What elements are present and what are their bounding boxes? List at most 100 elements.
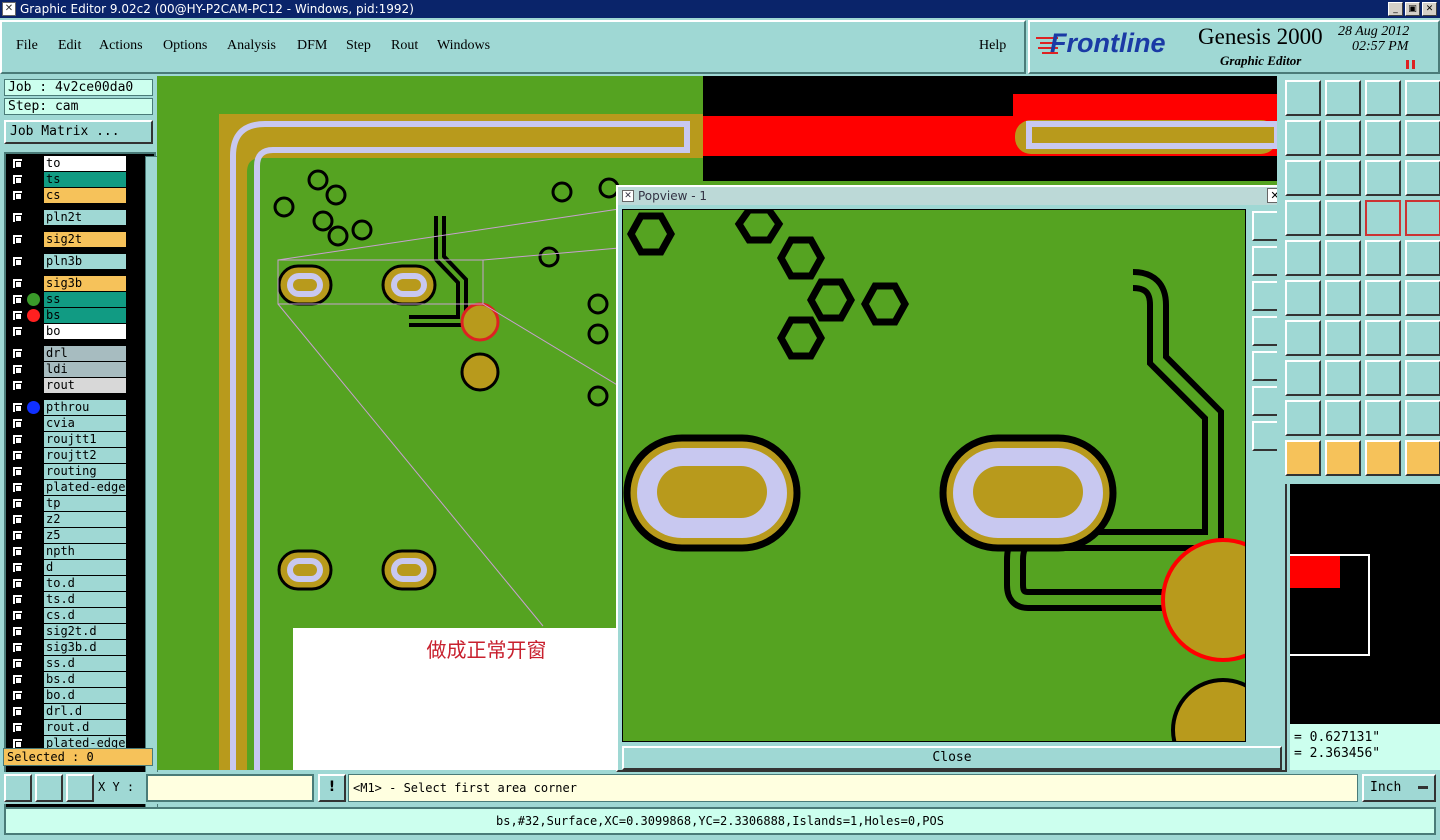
layer-row[interactable]: sig2t.d xyxy=(8,624,146,639)
tri2-icon[interactable] xyxy=(1325,400,1361,436)
layer-checkbox[interactable] xyxy=(12,610,23,621)
pause-icon[interactable] xyxy=(1406,60,1415,69)
layer-row[interactable]: to.d xyxy=(8,576,146,591)
tri4-icon[interactable] xyxy=(1405,400,1440,436)
menu-step[interactable]: Step xyxy=(346,38,371,54)
layer-name[interactable]: to xyxy=(44,156,126,171)
layer-row[interactable]: tp xyxy=(8,496,146,511)
house-icon[interactable] xyxy=(1365,80,1401,116)
layer-checkbox[interactable] xyxy=(12,578,23,589)
curve-icon[interactable] xyxy=(1365,320,1401,356)
scale-icon[interactable] xyxy=(1365,160,1401,196)
layer-name[interactable]: npth xyxy=(44,544,126,559)
grid-icon[interactable] xyxy=(66,774,94,802)
rotate-icon[interactable] xyxy=(1365,120,1401,156)
layer-checkbox[interactable] xyxy=(12,530,23,541)
layer-name[interactable]: z2 xyxy=(44,512,126,527)
layer-checkbox[interactable] xyxy=(12,434,23,445)
layer-checkbox[interactable] xyxy=(12,642,23,653)
line-icon[interactable] xyxy=(1325,240,1361,276)
layer-name[interactable]: sig2t xyxy=(44,232,126,247)
layer-name[interactable]: ss xyxy=(44,292,126,307)
layer-name[interactable]: cs.d xyxy=(44,608,126,623)
layer-checkbox[interactable] xyxy=(12,326,23,337)
menu-dfm[interactable]: DFM xyxy=(297,38,327,54)
slash-icon[interactable] xyxy=(1285,320,1321,356)
home-icon[interactable] xyxy=(1285,80,1321,116)
layer-row[interactable]: d xyxy=(8,560,146,575)
layer-row[interactable]: ss xyxy=(8,292,146,307)
layer-name[interactable]: cs xyxy=(44,188,126,203)
layer-name[interactable]: sig3b.d xyxy=(44,640,126,655)
pen-icon[interactable] xyxy=(1325,320,1361,356)
paint-icon[interactable] xyxy=(1285,200,1321,236)
minimize-button[interactable]: _ xyxy=(1388,2,1403,16)
layer-row[interactable]: ts.d xyxy=(8,592,146,607)
layer-row[interactable]: pthrou xyxy=(8,400,146,415)
layer-checkbox[interactable] xyxy=(12,348,23,359)
layer-name[interactable]: ts.d xyxy=(44,592,126,607)
layer-row[interactable]: to xyxy=(8,156,146,171)
layer-checkbox[interactable] xyxy=(12,706,23,717)
layer-name[interactable]: plated-edge xyxy=(44,480,126,495)
layer-checkbox[interactable] xyxy=(12,256,23,267)
layer-checkbox[interactable] xyxy=(12,658,23,669)
layer-name[interactable]: roujtt1 xyxy=(44,432,126,447)
pad-icon[interactable] xyxy=(1405,240,1440,276)
layer-row[interactable]: rout.d xyxy=(8,720,146,735)
layer-row[interactable]: ss.d xyxy=(8,656,146,671)
select-icon[interactable] xyxy=(1285,240,1321,276)
layer-name[interactable]: to.d xyxy=(44,576,126,591)
copy-icon[interactable] xyxy=(1285,120,1321,156)
layer-checkbox[interactable] xyxy=(12,380,23,391)
menu-file[interactable]: File xyxy=(16,38,38,54)
net-red-icon[interactable] xyxy=(1405,200,1440,236)
save-icon[interactable] xyxy=(1325,80,1361,116)
connect-icon[interactable] xyxy=(1285,280,1321,316)
layer-name[interactable]: ts xyxy=(44,172,126,187)
box-select-icon[interactable] xyxy=(1325,440,1361,476)
menu-analysis[interactable]: Analysis xyxy=(227,38,276,54)
ruler-icon[interactable] xyxy=(1365,240,1401,276)
menu-edit[interactable]: Edit xyxy=(58,38,81,54)
layer-checkbox[interactable] xyxy=(12,690,23,701)
layer-name[interactable]: drl.d xyxy=(44,704,126,719)
layer-name[interactable]: ss.d xyxy=(44,656,126,671)
layer-checkbox[interactable] xyxy=(12,450,23,461)
center-icon[interactable] xyxy=(1325,160,1361,196)
layer-name[interactable]: roujtt2 xyxy=(44,448,126,463)
layer-name[interactable]: sig2t.d xyxy=(44,624,126,639)
text-icon[interactable] xyxy=(1405,320,1440,356)
cross-icon[interactable] xyxy=(1325,280,1361,316)
pointer2-icon[interactable] xyxy=(1365,440,1401,476)
layer-checkbox[interactable] xyxy=(12,234,23,245)
layer-checkbox[interactable] xyxy=(12,402,23,413)
layer-checkbox[interactable] xyxy=(12,294,23,305)
layer-name[interactable]: pthrou xyxy=(44,400,126,415)
layer-row[interactable]: sig3b xyxy=(8,276,146,291)
layer-row[interactable]: npth xyxy=(8,544,146,559)
menu-rout[interactable]: Rout xyxy=(391,38,418,54)
layer-row[interactable]: sig2t xyxy=(8,232,146,247)
layer-name[interactable]: ldi xyxy=(44,362,126,377)
popview-zoomed-pcb[interactable] xyxy=(623,210,1246,742)
layer-row[interactable]: bs xyxy=(8,308,146,323)
layer-name[interactable]: z5 xyxy=(44,528,126,543)
layer-checkbox[interactable] xyxy=(12,546,23,557)
snap-icon[interactable] xyxy=(4,774,32,802)
pointer-icon[interactable] xyxy=(1285,440,1321,476)
net-icon[interactable] xyxy=(1365,200,1401,236)
layer-name[interactable]: bs.d xyxy=(44,672,126,687)
layer-row[interactable]: bo.d xyxy=(8,688,146,703)
layer-checkbox[interactable] xyxy=(12,466,23,477)
layer-checkbox[interactable] xyxy=(12,674,23,685)
move-icon[interactable] xyxy=(1325,120,1361,156)
layer-name[interactable]: bo.d xyxy=(44,688,126,703)
layer-row[interactable]: roujtt2 xyxy=(8,448,146,463)
overview-preview[interactable] xyxy=(1290,484,1440,724)
layer-name[interactable]: bo xyxy=(44,324,126,339)
maximize-button[interactable]: ▣ xyxy=(1405,2,1420,16)
layer-row[interactable]: rout xyxy=(8,378,146,393)
layer-checkbox[interactable] xyxy=(12,310,23,321)
popview-canvas[interactable] xyxy=(622,209,1246,742)
